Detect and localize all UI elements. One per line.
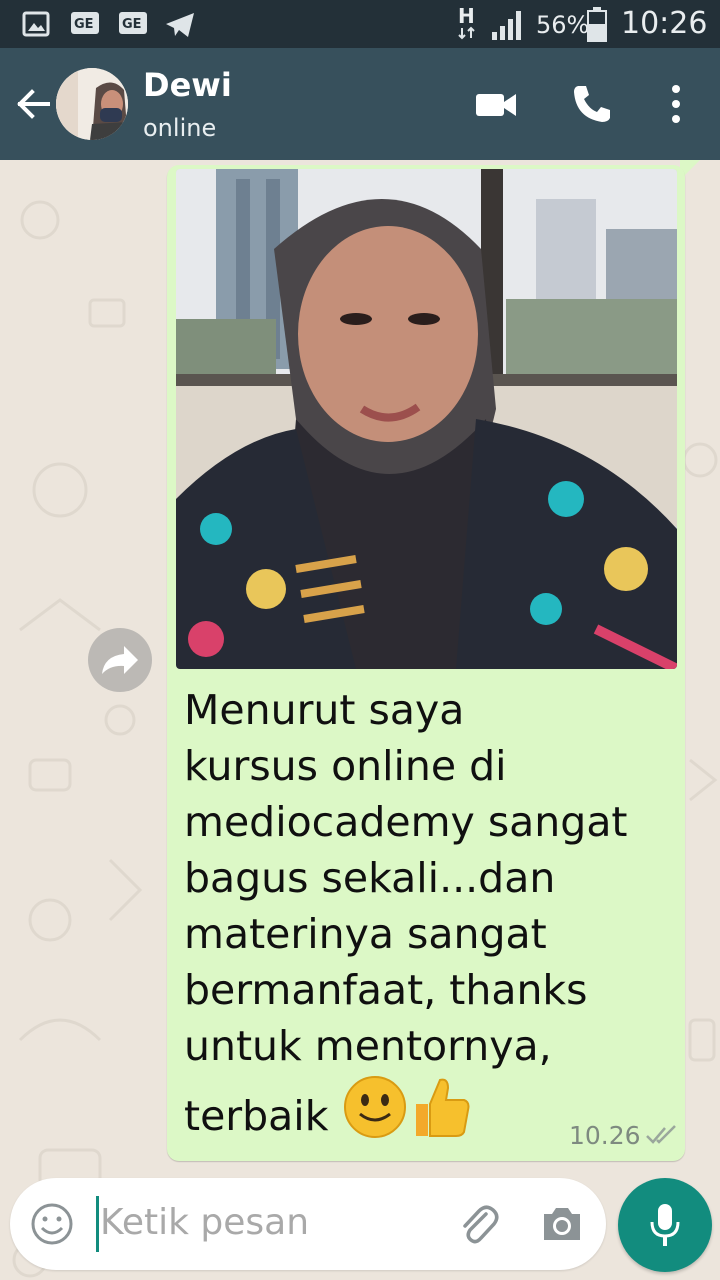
thumbs-up-emoji-icon [408, 1074, 470, 1154]
more-options-icon[interactable] [664, 82, 688, 126]
microphone-button[interactable] [618, 1178, 712, 1272]
signal-icon [492, 11, 521, 40]
gallery-notification-icon [22, 11, 50, 37]
email-notification-icon-2: GE [119, 12, 147, 34]
camera-icon[interactable] [540, 1204, 584, 1244]
message-input[interactable]: Ketik pesan [100, 1202, 309, 1243]
phone-icon[interactable] [570, 82, 614, 126]
forward-icon [102, 646, 138, 674]
status-bar: GE GE H 56% 10:26 [0, 0, 720, 48]
back-arrow-icon[interactable] [14, 84, 54, 124]
battery-percentage: 56% [536, 11, 590, 39]
data-arrows-icon [458, 26, 475, 40]
message-text: Menurut saya kursus online di mediocadem… [184, 682, 664, 1154]
avatar[interactable] [56, 68, 128, 140]
message-last-line: terbaik [184, 1092, 329, 1140]
network-type: H [458, 4, 475, 28]
chat-header: Dewi online [0, 48, 720, 160]
svg-text:GE: GE [122, 17, 142, 32]
email-notification-icon: GE [71, 12, 99, 34]
microphone-icon [650, 1204, 680, 1246]
video-call-icon[interactable] [474, 82, 518, 126]
message-composer: Ketik pesan [10, 1178, 606, 1270]
message-time: 10.26 [569, 1121, 641, 1150]
svg-text:GE: GE [74, 17, 94, 32]
battery-icon [587, 7, 607, 42]
telegram-icon [166, 13, 194, 37]
contact-name[interactable]: Dewi [143, 66, 232, 104]
forward-button[interactable] [88, 628, 152, 692]
text-cursor [96, 1196, 99, 1252]
message-lines: Menurut saya kursus online di mediocadem… [184, 686, 628, 1070]
clock: 10:26 [621, 6, 708, 41]
message-photo[interactable] [176, 169, 677, 669]
double-check-icon [646, 1125, 676, 1144]
contact-status: online [143, 114, 217, 142]
emoji-icon[interactable] [30, 1202, 74, 1246]
attachment-icon[interactable] [456, 1202, 500, 1246]
selfie-image [176, 169, 677, 669]
smiling-face-emoji-icon [342, 1074, 408, 1154]
